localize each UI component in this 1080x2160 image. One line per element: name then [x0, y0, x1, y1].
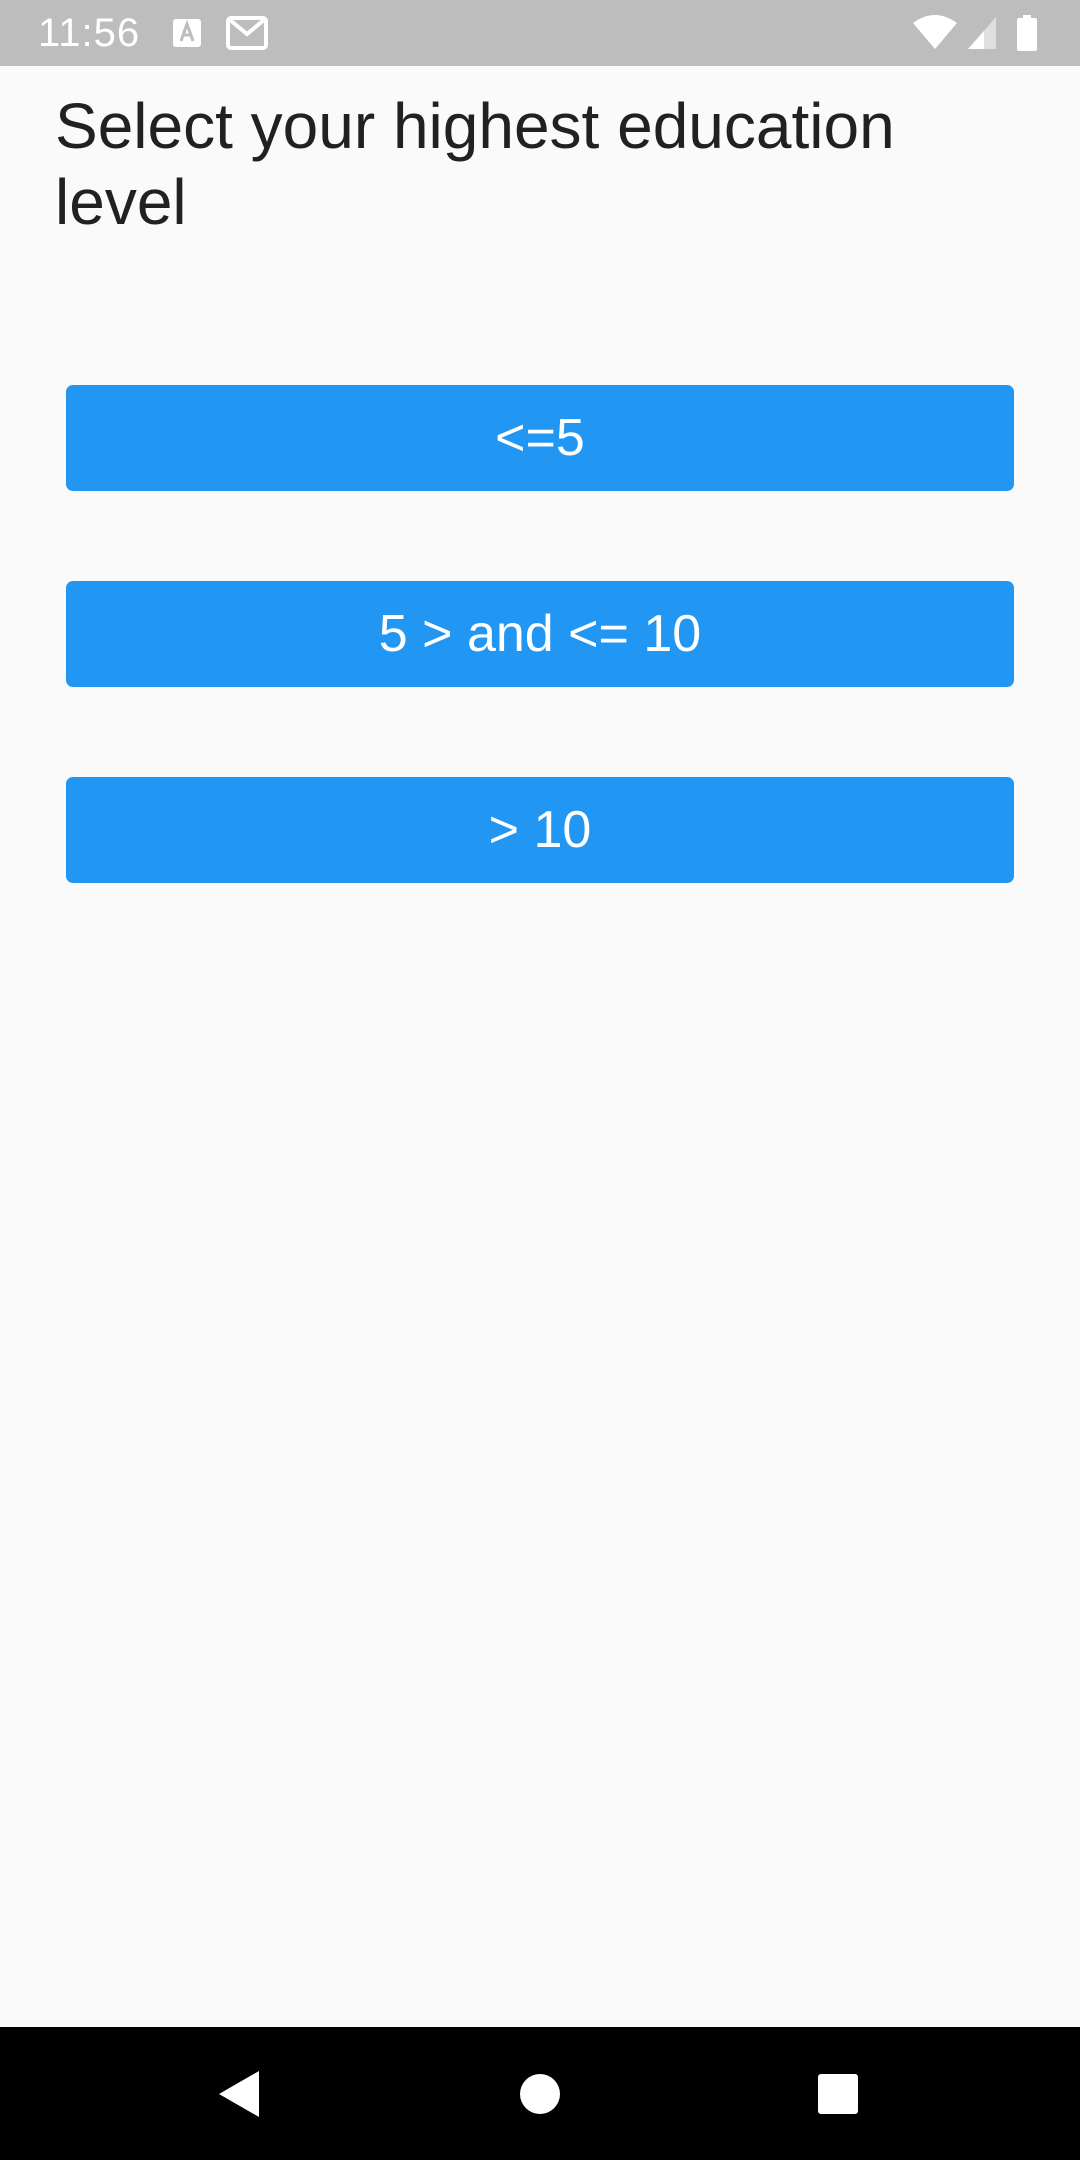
status-time: 11:56: [38, 11, 141, 55]
status-bar: 11:56: [0, 0, 1080, 66]
options-list: <=5 5 > and <= 10 > 10: [66, 385, 1014, 973]
back-icon: [219, 2070, 259, 2117]
option-button-gt-10[interactable]: > 10: [66, 777, 1014, 883]
home-icon: [520, 2073, 560, 2114]
back-button[interactable]: [170, 2027, 310, 2160]
text-a-notification-icon: [173, 19, 201, 47]
signal-icon: [968, 17, 996, 49]
option-button-5-to-10[interactable]: 5 > and <= 10: [66, 581, 1014, 687]
mail-notification-icon: [226, 16, 268, 50]
recents-button[interactable]: [768, 2027, 908, 2160]
recents-icon: [818, 2073, 858, 2114]
option-button-lte-5[interactable]: <=5: [66, 385, 1014, 491]
wifi-icon: [913, 15, 957, 49]
home-button[interactable]: [470, 2027, 610, 2160]
navigation-bar: [0, 2027, 1080, 2160]
battery-icon: [1017, 15, 1037, 51]
page-title: Select your highest education level: [55, 90, 895, 238]
